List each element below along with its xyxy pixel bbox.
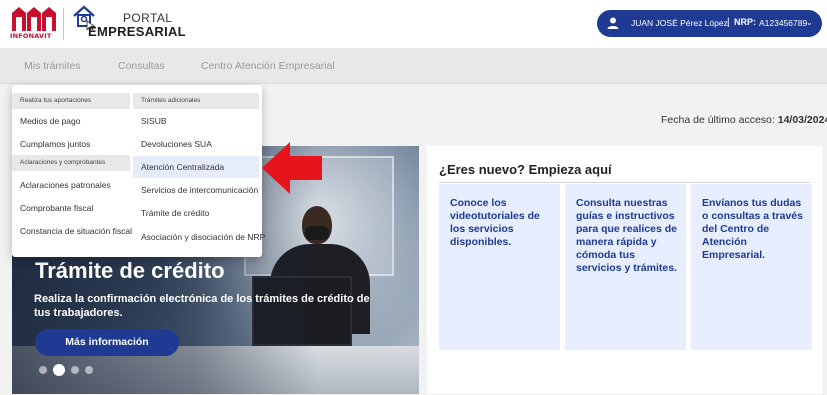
new-user-panel: ¿Eres nuevo? Empieza aquí Conoce los vid… [427,146,822,394]
user-icon [607,17,619,29]
dropdown-header-tramites-adicionales: Trámites adicionales [133,93,259,109]
card-videotutoriales[interactable]: Conoce los videotutoriales de los servic… [439,184,560,350]
user-separator: | [727,17,730,28]
empresarial-text: EMPRESARIAL [88,24,186,39]
nav-centro-atencion[interactable]: Centro Atención Empresarial [201,60,335,72]
card-guias[interactable]: Consulta nuestras guías e instructivos p… [565,184,686,350]
nav-mis-tramites[interactable]: Mis trámites [24,60,81,72]
menu-item-atencion-centralizada[interactable]: Atención Centralizada [133,156,259,178]
divider [439,182,810,183]
user-menu-button[interactable]: JUAN JOSÉ Pérez López | NRP: A123456789 … [597,10,822,37]
card-text: Conoce los videotutoriales de los servic… [450,197,540,248]
hero-title: Trámite de crédito [35,258,225,283]
mas-informacion-button[interactable]: Más información [35,329,179,356]
main-nav: Mis trámites Consultas Centro Atención E… [0,48,827,84]
menu-item-devoluciones-sua[interactable]: Devoluciones SUA [133,133,259,155]
menu-item-tramite-de-credito[interactable]: Trámite de crédito [133,202,259,224]
chevron-down-icon: ⌄ [806,18,813,27]
nrp-label: NRP: [734,17,756,27]
last-access-label: Fecha de último acceso: [661,114,775,126]
card-text: Consulta nuestras guías e instructivos p… [576,197,677,274]
card-text: Envíanos tus dudas o consultas a través … [702,197,803,261]
logo-divider [63,8,64,40]
menu-item-servicios-intercomunicacion[interactable]: Servicios de intercomunicación [133,179,259,201]
carousel-dot[interactable] [71,366,79,374]
menu-item-aclaraciones-patronales[interactable]: Aclaraciones patronales [12,174,130,196]
menu-item-sisub[interactable]: SISUB [133,110,259,132]
menu-item-cumplamos-juntos[interactable]: Cumplamos juntos [12,133,130,155]
infonavit-wordmark: INFONAVIT [10,32,52,40]
mis-tramites-dropdown: Realiza tus aportaciones Medios de pago … [12,85,265,257]
menu-item-comprobante-fiscal[interactable]: Comprobante fiscal [12,197,130,219]
page: INFONAVIT PORTAL EMPRESARIAL JUAN JOSÉ P… [0,0,827,395]
carousel-dot-active[interactable] [53,364,65,376]
portal-empresarial-logo[interactable]: PORTAL EMPRESARIAL [72,4,186,44]
infonavit-house-icon [12,7,56,31]
carousel-dot[interactable] [85,366,93,374]
infonavit-logo[interactable]: INFONAVIT [10,5,58,43]
header: INFONAVIT PORTAL EMPRESARIAL JUAN JOSÉ P… [0,0,827,48]
card-dudas[interactable]: Envíanos tus dudas o consultas a través … [691,184,812,350]
last-access: Fecha de último acceso: 14/03/2024 [661,114,827,126]
hero-subtitle: Realiza la confirmación electrónica de l… [34,293,370,319]
user-name: JUAN JOSÉ Pérez López [631,18,728,28]
new-user-title: ¿Eres nuevo? Empieza aquí [439,162,612,177]
menu-item-constancia-situacion-fiscal[interactable]: Constancia de situación fiscal [12,220,132,242]
portal-text: PORTAL [123,11,173,25]
dropdown-header-aclaraciones: Aclaraciones y comprobantes [12,155,130,171]
nrp-value: A123456789 [759,18,808,28]
last-access-date: 14/03/2024 [777,114,827,126]
menu-item-medios-de-pago[interactable]: Medios de pago [12,110,130,132]
dropdown-header-aportaciones: Realiza tus aportaciones [12,93,130,109]
menu-item-asociacion-disociacion-nrp[interactable]: Asociación y disociación de NRP [133,226,265,248]
red-arrow-icon [262,142,322,194]
nav-consultas[interactable]: Consultas [118,60,165,72]
carousel-dot[interactable] [39,366,47,374]
